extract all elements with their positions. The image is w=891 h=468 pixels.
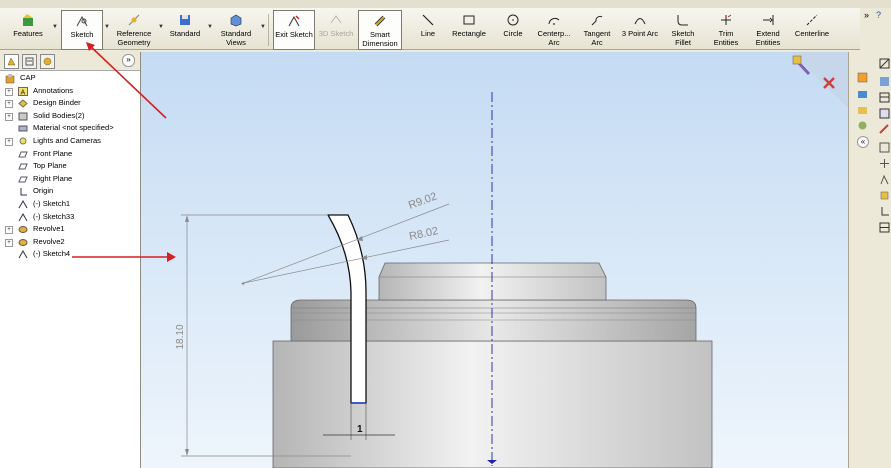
annotation-arrowhead-sketch4 [167,252,176,262]
annotation-arrow-sketch [87,43,167,119]
annotation-overlay [72,42,176,262]
